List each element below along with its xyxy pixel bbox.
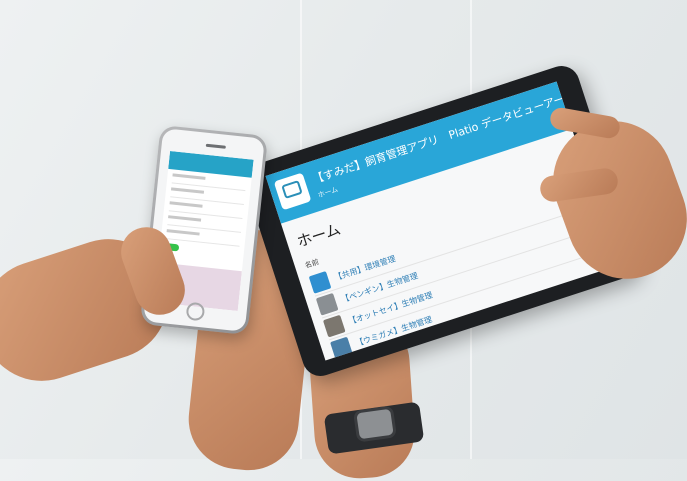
phone-speaker xyxy=(205,143,226,149)
app-thumbnail xyxy=(308,271,332,294)
logo-mark-icon xyxy=(281,180,303,199)
app-thumbnail xyxy=(322,314,346,338)
app-thumbnail xyxy=(315,292,339,316)
app-logo[interactable] xyxy=(273,172,312,211)
breadcrumb[interactable]: ホーム xyxy=(317,185,340,201)
watch-face xyxy=(352,405,398,443)
app-thumbnail xyxy=(330,336,353,360)
